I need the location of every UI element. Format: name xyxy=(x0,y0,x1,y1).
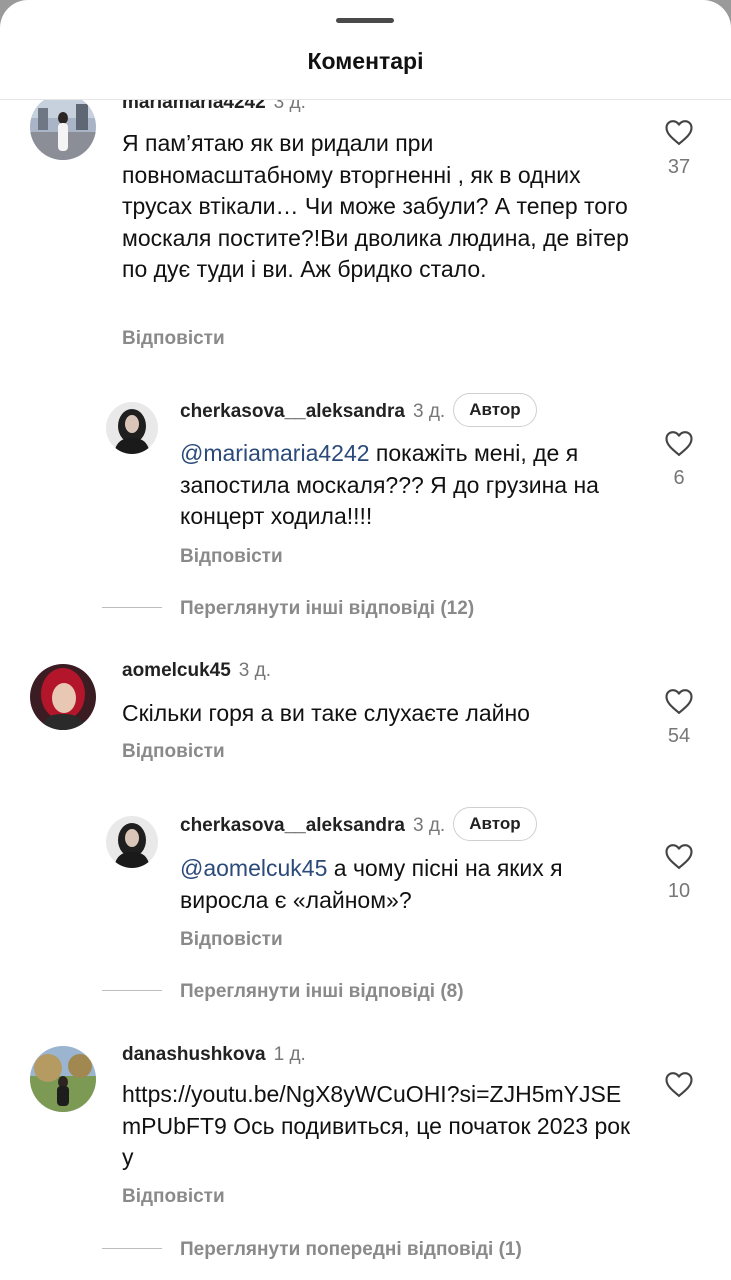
avatar[interactable] xyxy=(30,100,96,160)
view-more-replies-button[interactable]: Переглянути інші відповіді (12) xyxy=(180,598,474,620)
heart-icon xyxy=(665,689,693,714)
author-badge: Автор xyxy=(453,393,537,427)
comment-text: Скільки горя а ви таке слухаєте лайно xyxy=(122,700,530,726)
like-count: 10 xyxy=(667,880,691,902)
username[interactable]: danashushkova xyxy=(122,1044,266,1065)
avatar[interactable] xyxy=(30,1046,96,1112)
like-count: 54 xyxy=(667,725,691,747)
like-count: 6 xyxy=(673,467,685,489)
sheet-title: Коментарі xyxy=(307,48,424,74)
reply-button[interactable]: Відповісти xyxy=(180,929,283,951)
username[interactable]: cherkasova__aleksandra xyxy=(180,815,405,836)
comment-text: @aomelcuk45 а чому пісні на яких я вирос… xyxy=(180,855,563,913)
like-button[interactable]: 54 xyxy=(659,687,699,748)
reply-button[interactable]: Відповісти xyxy=(122,1186,225,1208)
avatar[interactable] xyxy=(106,816,158,868)
username[interactable]: mariamaria4242 xyxy=(122,100,266,113)
divider xyxy=(102,990,162,991)
drag-handle[interactable] xyxy=(336,18,394,23)
username[interactable]: cherkasova__aleksandra xyxy=(180,401,405,422)
username[interactable]: aomelcuk45 xyxy=(122,660,231,681)
heart-icon xyxy=(665,844,693,869)
avatar[interactable] xyxy=(30,664,96,730)
reply-button[interactable]: Відповісти xyxy=(122,328,225,350)
comment-time: 3 д. xyxy=(413,815,446,837)
mention-link[interactable]: @mariamaria4242 xyxy=(180,440,370,466)
heart-icon xyxy=(665,431,693,456)
comments-sheet: Коментарі mariamaria4242 3 д. Я пам’ятаю … xyxy=(0,0,731,1280)
divider xyxy=(102,607,162,608)
avatar[interactable] xyxy=(106,402,158,454)
heart-icon xyxy=(665,120,693,145)
view-previous-replies-button[interactable]: Переглянути попередні відповіді (1) xyxy=(180,1239,522,1261)
reply-button[interactable]: Відповісти xyxy=(122,741,225,763)
comment-text: https://youtu.be/NgX8yWCuOHI?si=ZJH5mYJS… xyxy=(122,1081,631,1170)
comments-list[interactable]: mariamaria4242 3 д. Я пам’ятаю як ви рида… xyxy=(0,100,731,1280)
comment-time: 3 д. xyxy=(413,401,446,423)
divider xyxy=(102,1248,162,1249)
reply-button[interactable]: Відповісти xyxy=(180,546,283,568)
comment-time: 3 д. xyxy=(273,100,306,113)
like-button[interactable]: 6 xyxy=(659,429,699,490)
like-button[interactable]: 37 xyxy=(659,118,699,179)
heart-icon xyxy=(665,1072,693,1097)
like-button[interactable] xyxy=(659,1070,699,1098)
comment-time: 3 д. xyxy=(238,660,272,681)
mention-link[interactable]: @aomelcuk45 xyxy=(180,855,327,881)
author-badge: Автор xyxy=(453,807,537,841)
comment-time: 1 д. xyxy=(273,1044,306,1065)
comment-text: @mariamaria4242 покажіть мені, де я запо… xyxy=(180,440,599,529)
view-more-replies-button[interactable]: Переглянути інші відповіді (8) xyxy=(180,981,464,1003)
like-count: 37 xyxy=(667,156,691,178)
comment-text: Я пам’ятаю як ви ридали при повномасштаб… xyxy=(122,130,629,282)
like-button[interactable]: 10 xyxy=(659,842,699,903)
